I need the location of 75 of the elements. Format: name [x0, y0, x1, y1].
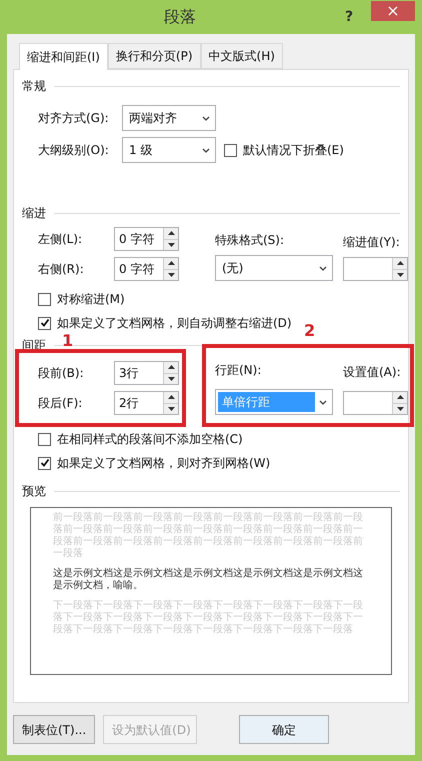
- field-label: 行距(N):: [215, 362, 262, 379]
- spin-down-button[interactable]: [164, 270, 178, 280]
- tab[interactable]: 中文版式(H): [200, 43, 283, 69]
- spin-up-button[interactable]: [164, 258, 178, 270]
- up-arrow-icon: [168, 261, 174, 266]
- spin-field[interactable]: 2行: [114, 391, 179, 415]
- up-arrow-icon: [396, 261, 404, 266]
- section-heading: 预览: [22, 483, 46, 500]
- checkbox-label: 对称缩进(M): [57, 291, 125, 308]
- down-arrow-icon: [396, 406, 404, 411]
- field-label: 段后(F):: [38, 395, 84, 412]
- checkbox-label: 如果定义了文档网格，则对齐到网格(W): [57, 455, 270, 472]
- spin-down-button[interactable]: [164, 404, 178, 414]
- dropdown-value: 两端对齐: [128, 110, 178, 127]
- close-button[interactable]: ×: [371, 1, 415, 21]
- checkbox[interactable]: [38, 456, 51, 470]
- spin-up-button[interactable]: [164, 228, 178, 240]
- dialog-button[interactable]: 确定: [239, 715, 330, 744]
- spin-down-button[interactable]: [393, 270, 407, 280]
- spin-up-button[interactable]: [164, 392, 178, 404]
- spin-field[interactable]: 0 字符: [114, 257, 179, 281]
- tab[interactable]: 缩进和间距(I): [19, 43, 108, 70]
- dialog-button[interactable]: 制表位(T)...: [13, 715, 96, 744]
- section-heading: 常规: [22, 78, 46, 95]
- up-arrow-icon: [168, 365, 174, 370]
- annotation-number: 2: [304, 323, 316, 339]
- spin-up-button[interactable]: [164, 362, 178, 374]
- field-label: 缩进值(Y):: [343, 234, 401, 251]
- up-arrow-icon: [168, 395, 174, 400]
- spin-down-button[interactable]: [164, 240, 178, 250]
- checkbox-label: 默认情况下折叠(E): [243, 142, 344, 159]
- down-arrow-icon: [168, 242, 174, 247]
- chevron-down-icon: [319, 266, 327, 270]
- field-label: 设置值(A):: [343, 364, 402, 381]
- up-arrow-icon: [168, 231, 174, 236]
- spin-field[interactable]: 3行: [114, 361, 179, 385]
- chevron-down-icon: [319, 400, 327, 404]
- dropdown-field[interactable]: 两端对齐: [122, 105, 216, 131]
- checkbox[interactable]: [38, 292, 51, 306]
- spin-field[interactable]: [343, 257, 408, 281]
- up-arrow-icon: [396, 395, 404, 400]
- spin-down-button[interactable]: [393, 404, 407, 414]
- preview-text: 这是示例文档这是示例文档这是示例文档这是示例文档这是示例文档这是示例文档，喻喻。: [53, 568, 364, 592]
- spin-up-button[interactable]: [393, 392, 407, 404]
- spin-down-button[interactable]: [164, 374, 178, 384]
- chevron-down-icon: [202, 148, 210, 152]
- down-arrow-icon: [168, 376, 174, 381]
- checkbox[interactable]: [38, 316, 51, 330]
- checkbox-label: 在相同样式的段落间不添加空格(C): [57, 431, 243, 448]
- field-label: 右侧(R):: [38, 261, 85, 278]
- dropdown-value: 1 级: [128, 142, 154, 159]
- spin-up-button[interactable]: [393, 258, 407, 270]
- field-label: 大纲级别(O):: [38, 142, 110, 159]
- field-label: 特殊格式(S):: [215, 232, 286, 249]
- checkbox-label: 如果定义了文档网格，则自动调整右缩进(D): [57, 315, 292, 332]
- spin-field[interactable]: 0 字符: [114, 227, 179, 251]
- field-label: 对齐方式(G):: [38, 110, 110, 127]
- annotation-number: 1: [62, 333, 74, 349]
- section-heading: 缩进: [22, 205, 46, 222]
- window-title: 段落: [163, 6, 197, 28]
- dropdown-value: (无): [221, 260, 244, 277]
- down-arrow-icon: [168, 272, 174, 277]
- down-arrow-icon: [168, 406, 174, 411]
- dropdown-value: 单倍行距: [218, 392, 315, 412]
- dropdown-field[interactable]: 1 级: [122, 137, 216, 163]
- help-button[interactable]: ?: [339, 6, 359, 28]
- field-label: 段前(B):: [38, 365, 85, 382]
- chevron-down-icon: [202, 116, 210, 120]
- tab[interactable]: 换行和分页(P): [108, 43, 201, 69]
- checkbox[interactable]: [224, 144, 237, 156]
- spin-field[interactable]: [343, 391, 408, 415]
- down-arrow-icon: [396, 272, 404, 277]
- checkbox[interactable]: [38, 432, 51, 446]
- dropdown-field[interactable]: (无): [215, 255, 333, 281]
- field-label: 左侧(L):: [38, 231, 84, 248]
